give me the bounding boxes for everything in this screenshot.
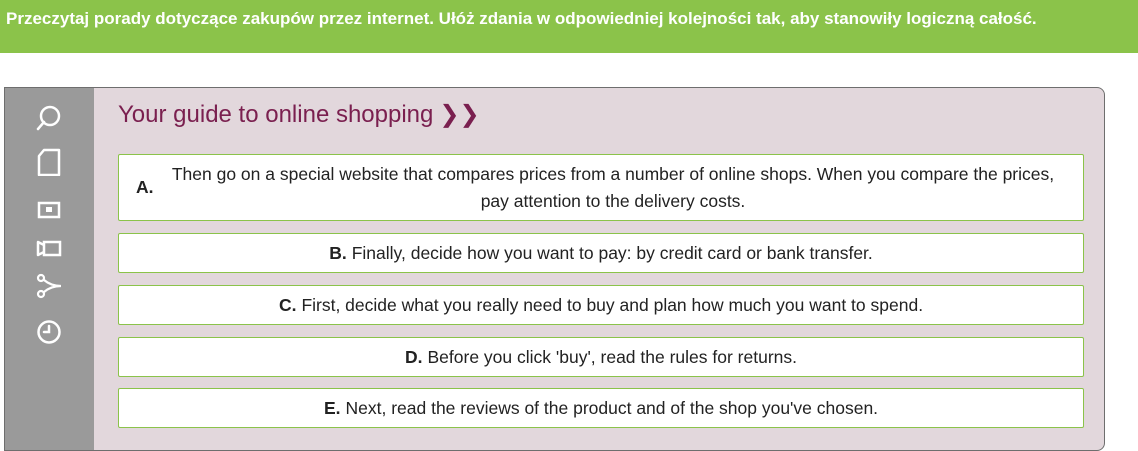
item-letter: E. xyxy=(323,397,341,418)
item-text: Then go on a special website that compar… xyxy=(171,163,1055,211)
sentence-item-d[interactable]: D. Before you click 'buy', read the rules… xyxy=(118,337,1084,377)
sidebar xyxy=(5,88,94,450)
card-title-text: Your guide to online shopping xyxy=(118,101,434,128)
sentence-item-b[interactable]: B. Finally, decide how you want to pay: b… xyxy=(118,233,1084,273)
photo-icon[interactable] xyxy=(35,196,63,224)
video-icon[interactable] xyxy=(35,234,63,262)
item-letter: D. xyxy=(405,346,423,367)
sentence-item-c[interactable]: C. First, decide what you really need to … xyxy=(118,285,1084,325)
item-letter: C. xyxy=(278,294,297,315)
search-icon[interactable] xyxy=(35,104,63,132)
item-text: Before you click 'buy', read the rules f… xyxy=(427,346,798,367)
item-text: Finally, decide how you want to pay: by … xyxy=(351,242,873,263)
exercise-card: Your guide to online shopping ❯❯ A. Then … xyxy=(4,87,1105,451)
document-icon[interactable] xyxy=(35,148,63,176)
instruction-text: Przeczytaj porady dotyczące zakupów prze… xyxy=(6,9,1037,28)
sentence-item-e[interactable]: E. Next, read the reviews of the product … xyxy=(118,388,1084,428)
clock-icon[interactable] xyxy=(35,318,63,346)
sentence-item-a[interactable]: A. Then go on a special website that com… xyxy=(118,154,1084,221)
share-icon[interactable] xyxy=(35,272,63,300)
item-text: First, decide what you really need to bu… xyxy=(301,294,924,315)
item-text: Next, read the reviews of the product an… xyxy=(345,397,879,418)
item-letter: A. xyxy=(136,177,154,197)
card-title: Your guide to online shopping ❯❯ xyxy=(118,100,480,129)
item-letter: B. xyxy=(329,242,347,263)
instruction-banner: Przeczytaj porady dotyczące zakupów prze… xyxy=(0,0,1138,53)
chevron-right-icon: ❯❯ xyxy=(439,101,480,128)
